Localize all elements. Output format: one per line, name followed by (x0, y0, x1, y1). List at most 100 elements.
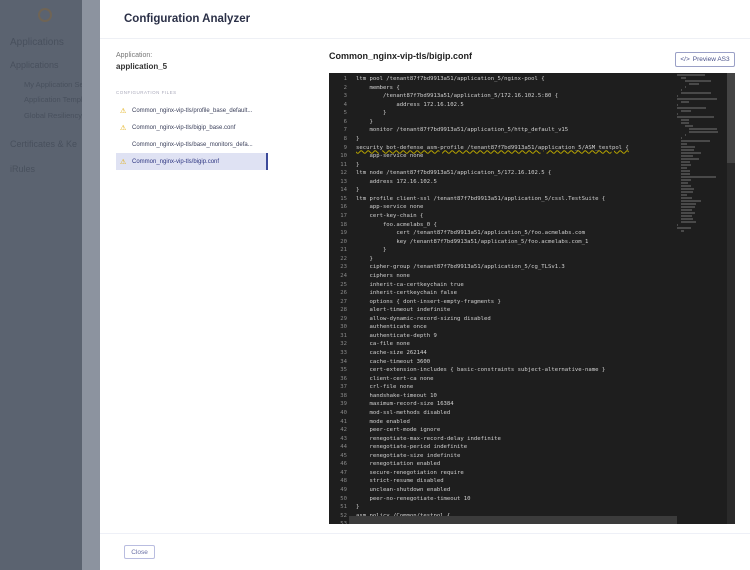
line-number: 15 (340, 195, 347, 202)
code-editor[interactable]: 1 ltm pool /tenant87f7bd9913a51/applicati… (329, 73, 735, 524)
line-text: maximum-record-size 16384 (356, 401, 454, 408)
line-number: 33 (340, 350, 347, 356)
minimap-line (681, 215, 692, 217)
line-text: foo.acmelabs_0 { (356, 221, 437, 228)
minimap-line (681, 206, 695, 208)
code-line: 33 cache-size 262144 (329, 349, 669, 358)
file-panel: Application: application_5 CONFIGURATION… (116, 52, 268, 170)
line-text: app-service none (356, 204, 424, 211)
preview-as3-button[interactable]: </> Preview AS3 (675, 52, 735, 67)
line-text: options { dont-insert-empty-fragments } (356, 298, 501, 305)
minimap-line (681, 122, 689, 124)
code-line: 14} (329, 186, 669, 195)
line-number: 23 (340, 264, 347, 271)
minimap-line (681, 203, 696, 205)
code-line: 34 cache-timeout 3600 (329, 358, 669, 367)
line-number: 19 (340, 230, 347, 237)
minimap-line (681, 155, 693, 157)
line-text: } (356, 118, 373, 125)
nav-irules: iRules (10, 164, 36, 174)
minimap-line (681, 110, 691, 112)
minimap-line (681, 137, 682, 139)
minimap-line (681, 92, 711, 94)
line-number: 2 (343, 84, 347, 91)
minimap-line (685, 134, 686, 136)
code-line: 31 authenticate-depth 9 (329, 332, 669, 341)
code-line: 22 } (329, 255, 669, 264)
minimap-line (685, 86, 686, 88)
line-number: 34 (340, 358, 347, 365)
line-text: } (356, 504, 360, 511)
minimap-line (681, 179, 691, 181)
file-item[interactable]: ⚠ Common_nginx-vip-tls/bigip_base.conf (116, 119, 268, 136)
line-number: 13 (340, 178, 347, 185)
line-text: authenticate once (356, 324, 427, 331)
code-line: 48 strict-resume disabled (329, 477, 669, 486)
line-number: 42 (340, 427, 347, 434)
warning-icon: ⚠ (120, 158, 127, 166)
line-number: 48 (340, 478, 347, 485)
file-item[interactable]: ⚠ Common_nginx-vip-tls/profile_base_defau… (116, 102, 268, 119)
line-number: 3 (343, 93, 347, 100)
minimap-line (681, 218, 693, 220)
file-title: Common_nginx-vip-tls/bigip.conf (329, 51, 472, 61)
line-number: 20 (340, 238, 347, 245)
minimap-line (685, 125, 693, 127)
line-number: 44 (340, 444, 347, 451)
code-line: 2 members { (329, 84, 669, 93)
minimap-line (677, 98, 717, 100)
nav-global-resiliency: Global Resiliency (24, 111, 82, 120)
line-text: app-service none (356, 153, 424, 160)
line-text: unclean-shutdown enabled (356, 487, 451, 493)
code-line: 5 } (329, 109, 669, 118)
code-line: 4 address 172.16.102.5 (329, 101, 669, 110)
line-number: 11 (340, 161, 347, 168)
code-line: 37 crl-file none (329, 383, 669, 392)
minimap-line (681, 185, 691, 187)
minimap-line (681, 173, 690, 175)
minimap-line (677, 95, 678, 97)
line-text: cert-key-chain { (356, 213, 424, 219)
line-number: 7 (343, 127, 347, 134)
line-text: } (356, 187, 360, 194)
minimap-line (681, 188, 694, 190)
minimap-line (677, 113, 678, 115)
minimap[interactable] (677, 73, 727, 524)
code-line: 24 ciphers none (329, 272, 669, 281)
line-number: 30 (340, 324, 347, 331)
minimap-line (681, 200, 701, 202)
line-number: 31 (340, 332, 347, 339)
line-text: inherit-certkeychain false (356, 290, 458, 297)
code-line: 15 ltm profile client-ssl /tenant87f7bd99… (329, 195, 669, 204)
line-text: client-cert-ca none (356, 375, 434, 382)
code-line: 39 maximum-record-size 16384 (329, 400, 669, 409)
minimap-line (681, 197, 692, 199)
minimap-line (689, 83, 699, 85)
close-button[interactable]: Close (124, 545, 155, 559)
code-line: 13 address 172.16.102.5 (329, 178, 669, 187)
line-text: authenticate-depth 9 (356, 332, 437, 339)
modal-title: Configuration Analyzer (100, 0, 750, 39)
vertical-scrollbar[interactable] (727, 73, 735, 524)
line-text: } (356, 135, 360, 142)
line-number: 47 (340, 469, 347, 476)
code-icon: </> (680, 56, 690, 63)
code-line: 49 unclean-shutdown enabled (329, 486, 669, 495)
line-number: 41 (340, 418, 347, 425)
minimap-line (681, 161, 690, 163)
code-line: 45 renegotiate-size indefinite (329, 452, 669, 461)
code-line: 20 key /tenant87f7bd9913a51/application_… (329, 238, 669, 247)
nav-certificates: Certificates & Ke (10, 139, 78, 149)
line-text: address 172.16.102.5 (356, 101, 464, 108)
line-text: } (356, 255, 373, 262)
line-text: crl-file none (356, 384, 414, 391)
horizontal-scrollbar[interactable] (349, 516, 677, 524)
line-text: renegotiation enabled (356, 461, 441, 468)
warning-icon: ⚠ (120, 124, 127, 132)
line-text: peer-cert-mode ignore (356, 427, 441, 434)
file-item[interactable]: Common_nginx-vip-tls/base_monitors_defa.… (116, 136, 268, 153)
file-item[interactable]: ⚠ Common_nginx-vip-tls/bigip.conf (116, 153, 268, 170)
code-line: 10 app-service none (329, 152, 669, 161)
line-text: cipher-group /tenant87f7bd9913a51/applic… (356, 264, 565, 271)
minimap-line (681, 146, 695, 148)
